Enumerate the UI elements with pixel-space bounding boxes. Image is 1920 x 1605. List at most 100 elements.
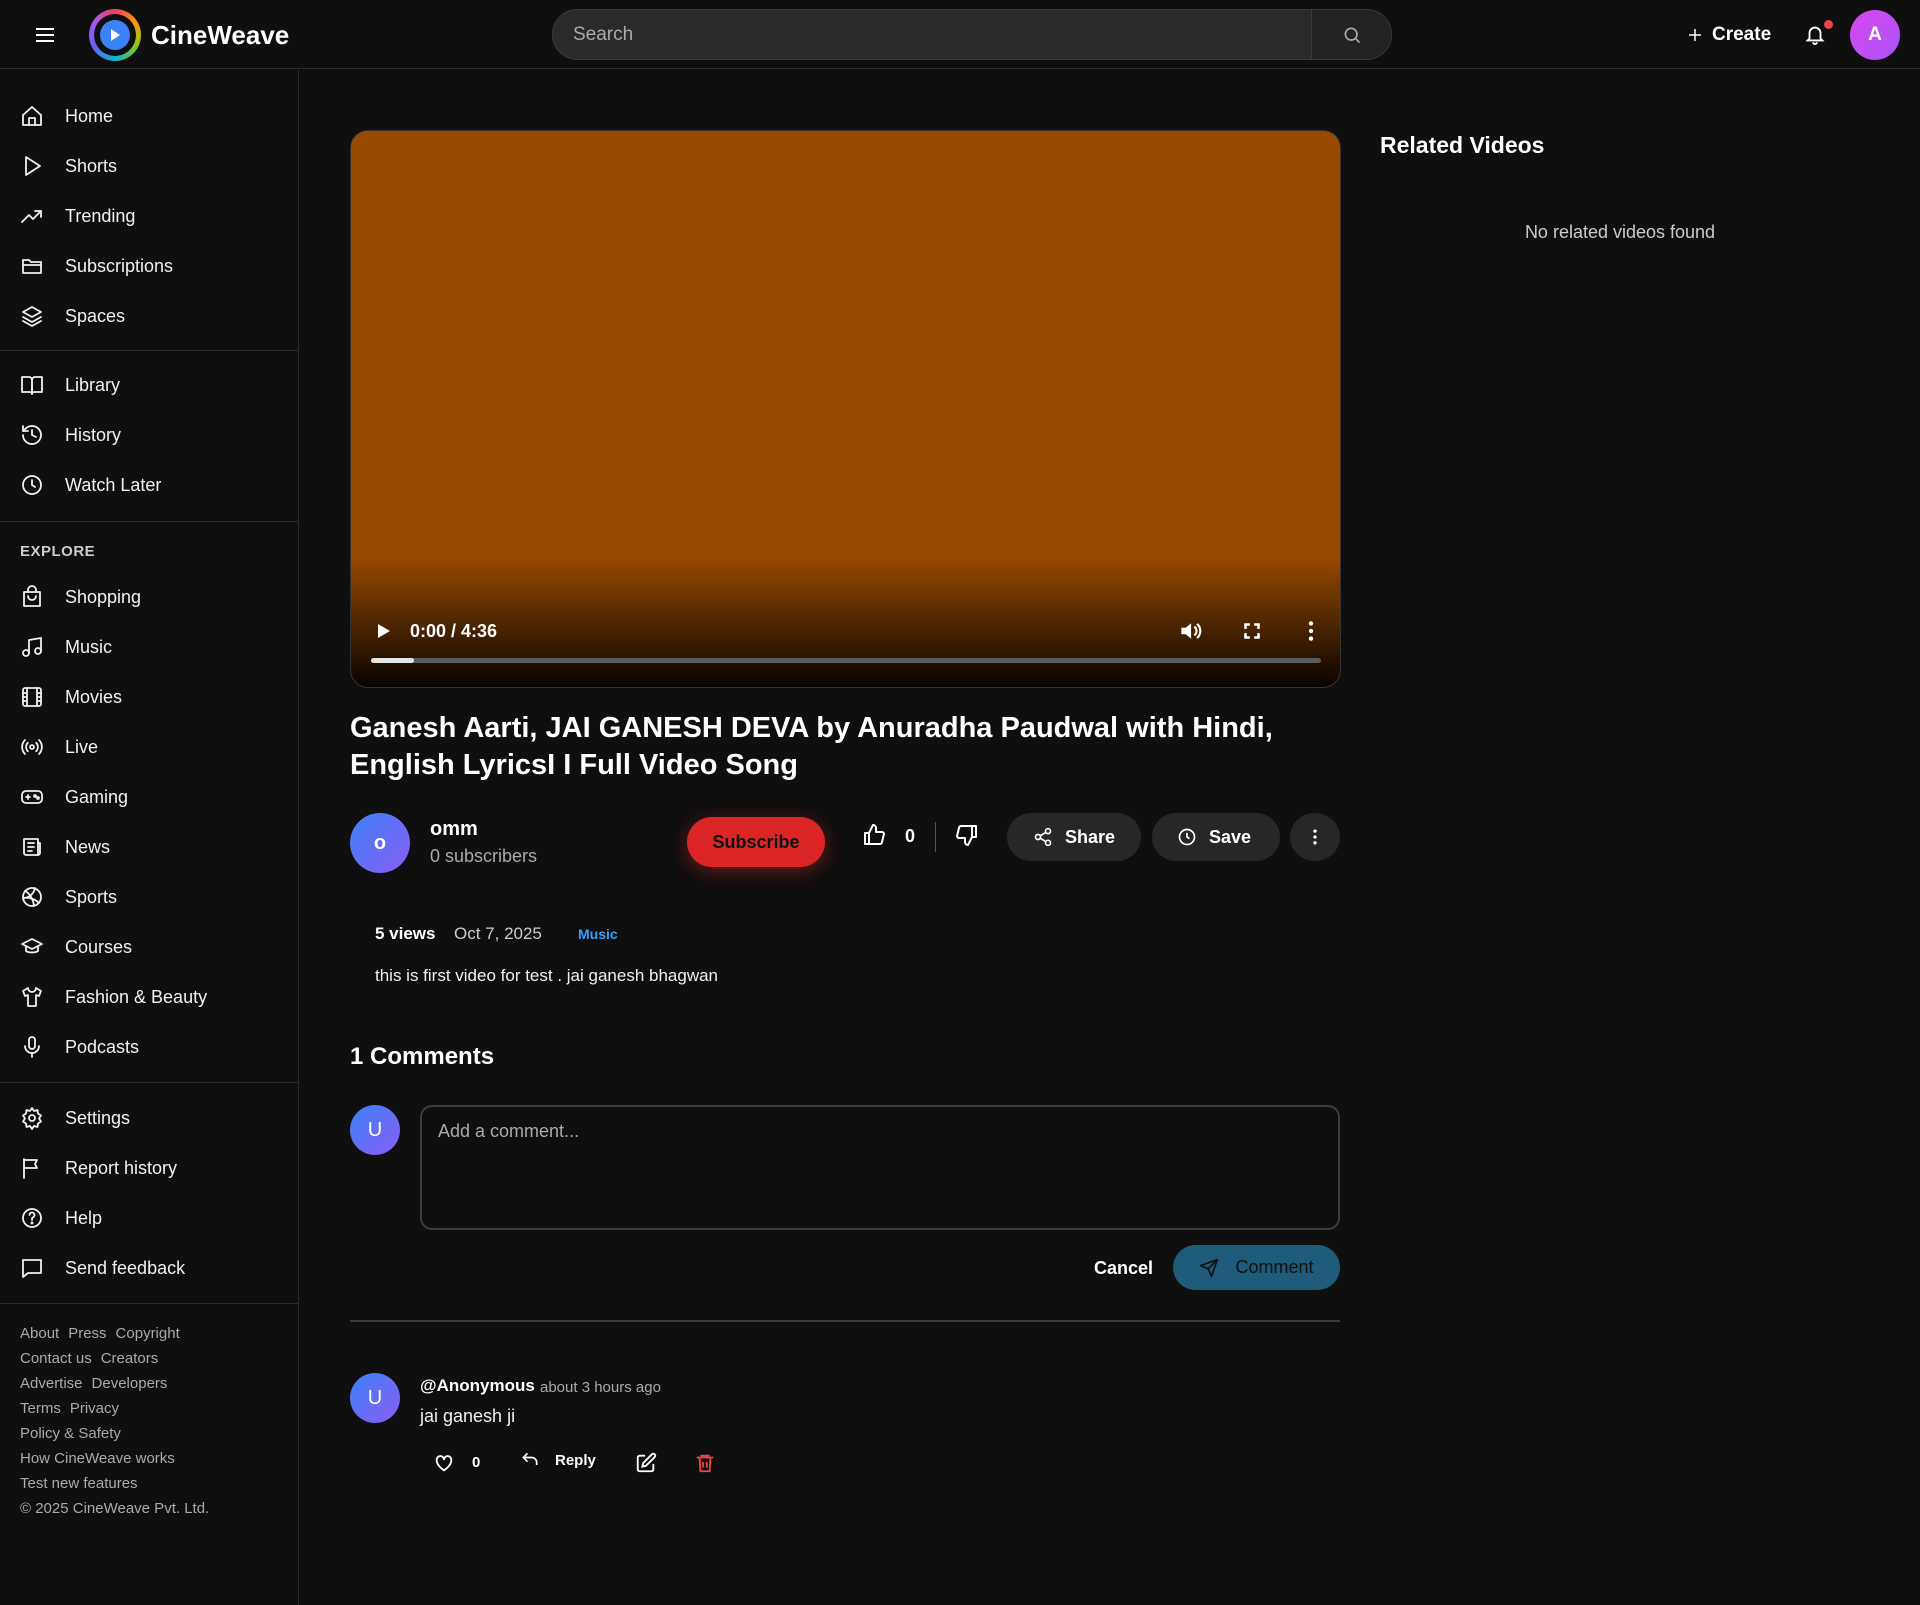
footer-link[interactable]: Privacy xyxy=(70,1400,119,1417)
sidebar-item-help[interactable]: Help xyxy=(0,1196,298,1240)
sidebar-item-history[interactable]: History xyxy=(0,413,298,457)
footer-link[interactable]: Copyright xyxy=(116,1325,180,1342)
comment-submit-label: Comment xyxy=(1235,1257,1314,1277)
trash-icon[interactable] xyxy=(694,1452,716,1474)
sidebar-item-label: Fashion & Beauty xyxy=(65,986,208,1007)
sidebar-item-label: Subscriptions xyxy=(65,255,174,276)
sidebar-footer-row: Advertise Developers xyxy=(20,1375,167,1392)
search-input[interactable] xyxy=(553,10,1311,59)
thumbs-down-icon[interactable] xyxy=(955,823,979,847)
gamepad-icon xyxy=(21,790,43,804)
send-icon xyxy=(1200,1258,1219,1277)
channel-name[interactable]: omm xyxy=(430,818,478,841)
trending-icon xyxy=(21,210,42,223)
sidebar-item-label: Trending xyxy=(65,205,136,226)
progress-bar[interactable] xyxy=(371,658,1321,663)
comments-divider xyxy=(350,1320,1340,1322)
footer-link[interactable]: How CineWeave works xyxy=(20,1450,175,1467)
sidebar-item-label: Shorts xyxy=(65,155,118,176)
footer-link[interactable]: Press xyxy=(68,1325,106,1342)
folder-icon xyxy=(22,259,42,274)
sidebar-item-podcasts[interactable]: Podcasts xyxy=(0,1025,298,1069)
comment-timestamp: about 3 hours ago xyxy=(540,1379,661,1396)
clock-icon xyxy=(1178,828,1196,846)
sidebar-item-send-feedback[interactable]: Send feedback xyxy=(0,1246,298,1290)
notifications-button[interactable] xyxy=(1800,16,1833,52)
cancel-button[interactable]: Cancel xyxy=(1084,1246,1163,1290)
user-avatar[interactable]: A xyxy=(1850,10,1900,60)
sidebar-item-spaces[interactable]: Spaces xyxy=(0,294,298,338)
play-outline-icon xyxy=(25,156,41,176)
channel-avatar[interactable]: o xyxy=(350,813,410,873)
current-user-avatar: U xyxy=(350,1105,400,1155)
sidebar-item-watch-later[interactable]: Watch Later xyxy=(0,463,298,507)
copyright-text: © 2025 CineWeave Pvt. Ltd. xyxy=(20,1500,210,1517)
save-button[interactable]: Save xyxy=(1152,813,1280,861)
share-button[interactable]: Share xyxy=(1007,813,1141,861)
sidebar-item-live[interactable]: Live xyxy=(0,725,298,769)
footer-link[interactable]: Developers xyxy=(92,1375,168,1392)
sidebar-item-news[interactable]: News xyxy=(0,825,298,869)
more-actions-button[interactable] xyxy=(1290,813,1340,861)
sidebar-item-courses[interactable]: Courses xyxy=(0,925,298,969)
subscribe-button[interactable]: Subscribe xyxy=(687,817,825,867)
sidebar-item-label: Watch Later xyxy=(65,474,162,495)
comment-submit-button[interactable]: Comment xyxy=(1173,1245,1340,1290)
sidebar: Home Shorts Trending Subscriptions Spaces Lib… xyxy=(0,70,299,1605)
sidebar-item-label: Send feedback xyxy=(65,1257,186,1278)
app-name: CineWeave xyxy=(151,19,290,50)
reply-button[interactable]: Reply xyxy=(520,1450,596,1470)
footer-link[interactable]: Advertise xyxy=(20,1375,83,1392)
footer-link[interactable]: Contact us xyxy=(20,1350,92,1367)
footer-link[interactable]: Terms xyxy=(20,1400,61,1417)
sidebar-item-trending[interactable]: Trending xyxy=(0,194,298,238)
sidebar-item-shorts[interactable]: Shorts xyxy=(0,144,298,188)
sidebar-item-label: Sports xyxy=(65,886,118,907)
sidebar-item-home[interactable]: Home xyxy=(0,94,298,138)
fullscreen-icon[interactable] xyxy=(1239,618,1265,644)
category-tag[interactable]: Music xyxy=(578,926,618,942)
sidebar-item-sports[interactable]: Sports xyxy=(0,875,298,919)
music-icon xyxy=(22,637,42,657)
sidebar-item-movies[interactable]: Movies xyxy=(0,675,298,719)
layers-icon xyxy=(22,306,42,327)
sidebar-item-settings[interactable]: Settings xyxy=(0,1096,298,1140)
top-bar: CineWeave Create A xyxy=(0,0,1920,69)
sidebar-item-shopping[interactable]: Shopping xyxy=(0,575,298,619)
comment-author[interactable]: @Anonymous xyxy=(420,1376,535,1396)
edit-icon[interactable] xyxy=(635,1452,657,1474)
volume-icon[interactable] xyxy=(1177,618,1203,644)
sidebar-item-report-history[interactable]: Report history xyxy=(0,1146,298,1190)
sidebar-item-gaming[interactable]: Gaming xyxy=(0,775,298,819)
comment-input[interactable] xyxy=(420,1105,1340,1230)
share-label: Share xyxy=(1065,826,1116,847)
search-button[interactable] xyxy=(1311,10,1391,59)
sidebar-item-label: News xyxy=(65,836,111,857)
sidebar-item-fashion-beauty[interactable]: Fashion & Beauty xyxy=(0,975,298,1019)
play-icon[interactable] xyxy=(371,619,395,643)
hamburger-menu-button[interactable] xyxy=(30,22,60,48)
notification-badge xyxy=(1824,20,1833,29)
thumbs-up-icon[interactable] xyxy=(862,823,886,847)
feedback-icon xyxy=(22,1259,42,1278)
footer-link[interactable]: Policy & Safety xyxy=(20,1425,121,1442)
heart-icon[interactable] xyxy=(433,1452,455,1474)
create-label: Create xyxy=(1712,24,1772,45)
footer-link[interactable]: Test new features xyxy=(20,1475,138,1492)
comment-avatar[interactable]: U xyxy=(350,1373,400,1423)
video-time: 0:00 / 4:36 xyxy=(410,621,498,641)
sidebar-item-music[interactable]: Music xyxy=(0,625,298,669)
footer-link[interactable]: About xyxy=(20,1325,59,1342)
video-player[interactable]: 0:00 / 4:36 xyxy=(350,130,1341,688)
view-count: 5 views xyxy=(375,924,436,943)
create-button[interactable]: Create xyxy=(1676,16,1781,54)
sidebar-item-library[interactable]: Library xyxy=(0,363,298,407)
home-icon xyxy=(22,106,42,126)
help-icon xyxy=(22,1208,42,1228)
sidebar-item-subscriptions[interactable]: Subscriptions xyxy=(0,244,298,288)
player-more-icon[interactable] xyxy=(1298,618,1324,644)
live-icon xyxy=(21,739,43,755)
logo[interactable]: CineWeave xyxy=(89,9,289,61)
sidebar-footer-row: How CineWeave works xyxy=(20,1450,175,1467)
footer-link[interactable]: Creators xyxy=(101,1350,159,1367)
